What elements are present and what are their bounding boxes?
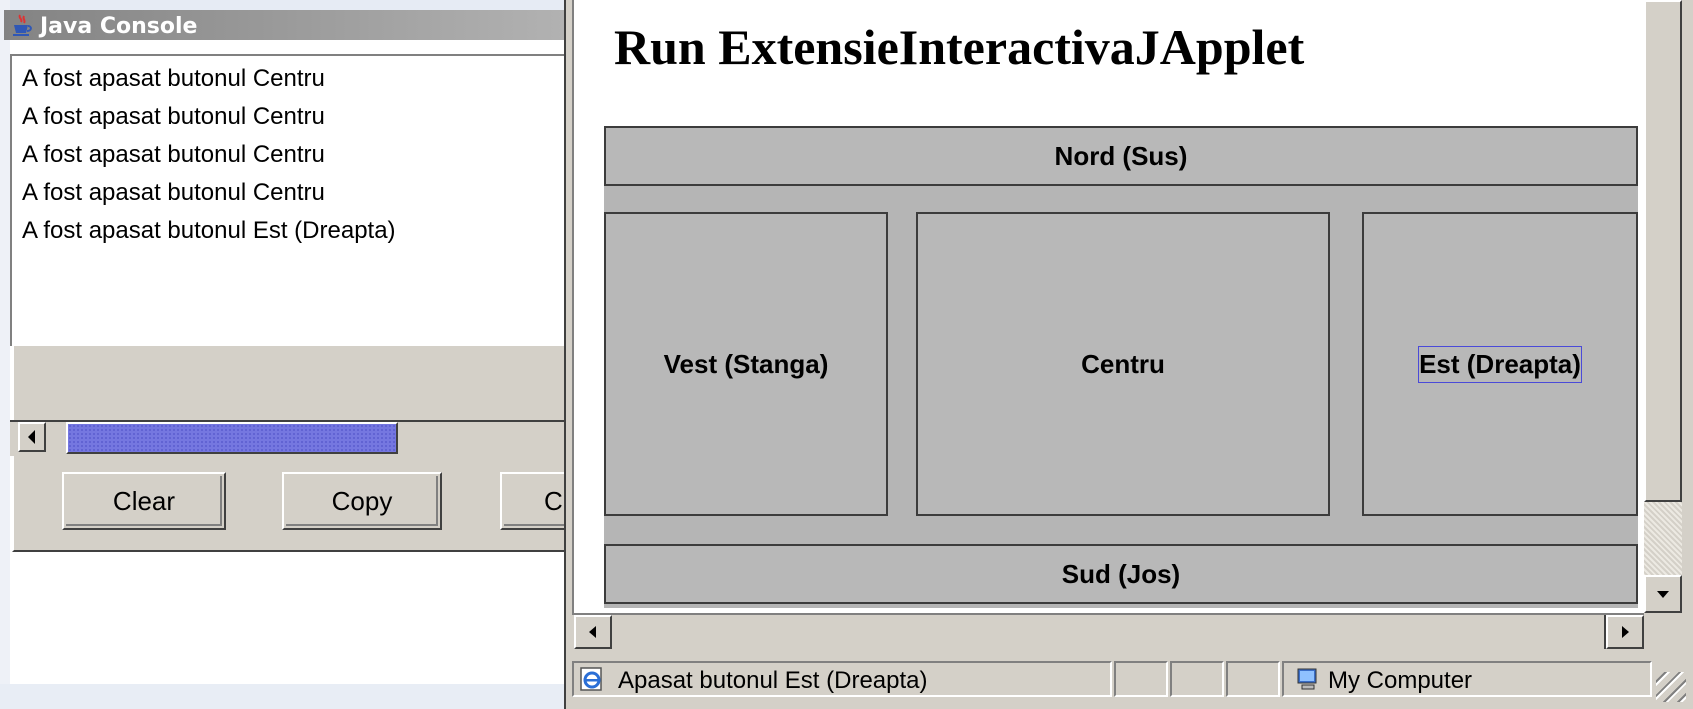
clear-button-label: Clear [112, 485, 176, 516]
nord-button[interactable]: Nord (Sus) [604, 126, 1638, 186]
sud-button[interactable]: Sud (Jos) [604, 544, 1638, 604]
java-console-titlebar[interactable]: Java Console [4, 10, 604, 40]
java-console-title: Java Console [40, 14, 198, 39]
java-coffee-cup-icon [10, 13, 34, 37]
vest-button[interactable]: Vest (Stanga) [604, 212, 888, 516]
close-button-label: C [544, 485, 563, 516]
vest-button-label: Vest (Stanga) [663, 348, 829, 379]
status-bar: Apasat butonul Est (Dreapta) My Computer [572, 655, 1693, 707]
browser-window: Run ExtensieInteractivaJApplet Nord (Sus… [564, 0, 1693, 709]
console-line: A fost apasat butonul Centru [22, 179, 325, 206]
page-heading: Run ExtensieInteractivaJApplet [614, 19, 1305, 75]
ie-page-icon [578, 665, 606, 698]
nord-button-label: Nord (Sus) [1054, 140, 1188, 171]
security-zone-label: My Computer [1328, 667, 1473, 694]
my-computer-icon [1294, 665, 1322, 698]
java-console-output[interactable]: A fost apasat butonul Centru A fost apas… [10, 54, 590, 346]
scroll-left-button[interactable] [18, 422, 46, 452]
desktop-bottom [0, 684, 580, 709]
status-panel [1226, 661, 1280, 697]
console-line: A fost apasat butonul Centru [22, 65, 325, 92]
down-arrow-icon [1657, 591, 1669, 598]
left-arrow-icon [589, 626, 596, 638]
status-panel [1114, 661, 1168, 697]
copy-button-label: Copy [331, 485, 393, 516]
sud-button-label: Sud (Jos) [1061, 558, 1181, 589]
status-message: Apasat butonul Est (Dreapta) [618, 667, 928, 694]
vertical-scrollbar-thumb[interactable] [1644, 0, 1682, 502]
console-line: A fost apasat butonul Centru [22, 103, 325, 130]
est-button-label: Est (Dreapta) [1418, 345, 1582, 383]
resize-grip[interactable] [1656, 672, 1686, 702]
centru-button-label: Centru [1081, 348, 1165, 379]
console-line: A fost apasat butonul Est (Dreapta) [22, 217, 396, 244]
right-arrow-icon [1622, 626, 1629, 638]
est-button[interactable]: Est (Dreapta) [1362, 212, 1638, 516]
left-arrow-icon [28, 430, 35, 444]
horizontal-scrollbar-thumb[interactable] [612, 615, 1606, 649]
scroll-down-button[interactable] [1644, 575, 1682, 613]
scroll-left-page-button[interactable] [574, 615, 612, 649]
centru-button[interactable]: Centru [916, 212, 1330, 516]
desktop-edge [0, 0, 10, 709]
status-panel [1170, 661, 1224, 697]
copy-button[interactable]: Copy [282, 472, 442, 530]
console-scrollbar-thumb[interactable] [66, 422, 398, 454]
scroll-right-page-button[interactable] [1606, 615, 1644, 649]
console-line: A fost apasat butonul Centru [22, 141, 325, 168]
clear-button[interactable]: Clear [62, 472, 226, 530]
